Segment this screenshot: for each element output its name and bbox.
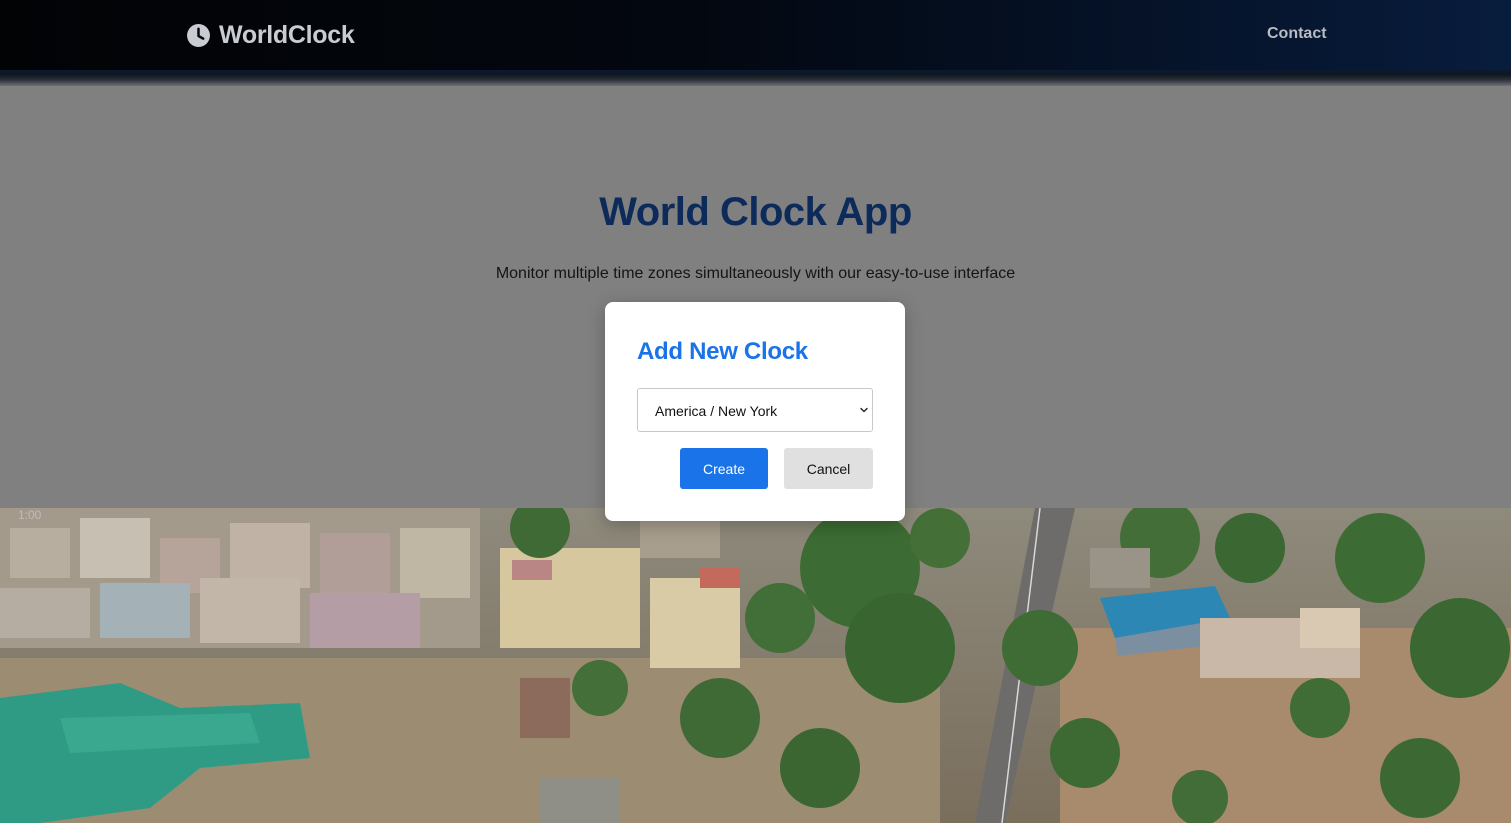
background-video: 1:00 xyxy=(0,508,1511,823)
video-time-label: 1:00 xyxy=(18,508,42,522)
add-clock-modal: Add New Clock America / New York Create … xyxy=(605,302,905,521)
modal-title: Add New Clock xyxy=(637,338,808,365)
nav-link-contact[interactable]: Contact xyxy=(1267,25,1327,43)
chevron-down-icon xyxy=(860,407,868,413)
brand-name: WorldClock xyxy=(219,20,355,49)
hero-title: World Clock App xyxy=(599,190,912,234)
hero-subtitle: Monitor multiple time zones simultaneous… xyxy=(495,265,1016,282)
navbar-shadow xyxy=(0,70,1511,86)
timezone-select-value: America / New York xyxy=(655,403,778,419)
aerial-city-image xyxy=(0,508,1511,823)
brand-logo-link[interactable]: WorldClock xyxy=(186,19,355,51)
clock-icon xyxy=(187,23,210,47)
navbar: WorldClock Contact xyxy=(0,0,1511,70)
create-button[interactable]: Create xyxy=(680,448,768,489)
timezone-select[interactable]: America / New York xyxy=(637,388,873,432)
cancel-button[interactable]: Cancel xyxy=(784,448,873,489)
